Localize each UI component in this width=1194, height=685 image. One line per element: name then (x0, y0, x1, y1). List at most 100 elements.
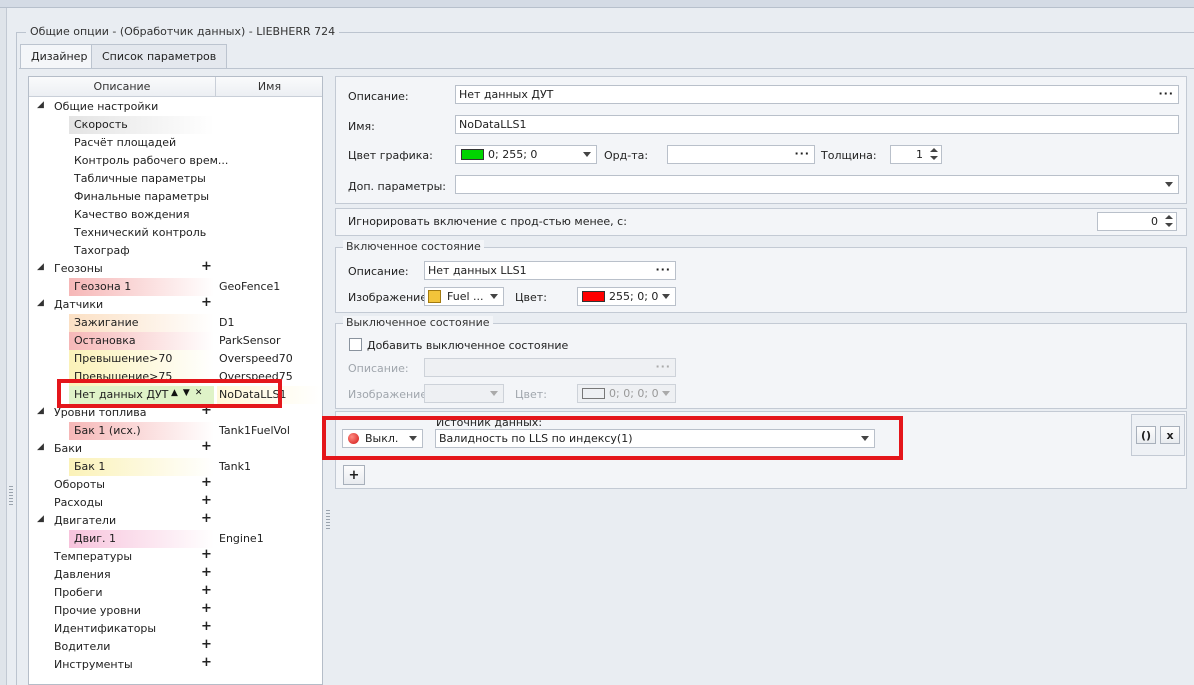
add-icon[interactable]: + (201, 439, 212, 454)
add-icon[interactable]: + (201, 601, 212, 616)
spin-up-icon[interactable] (1165, 215, 1173, 219)
chevron-down-icon[interactable] (490, 294, 498, 299)
tree-row-tank1-raw[interactable]: Бак 1 (исх.) Tank1FuelVol (29, 422, 322, 440)
tree-row-final-params[interactable]: Финальные параметры (29, 188, 322, 206)
collapse-icon[interactable]: ◢ (37, 298, 44, 308)
chevron-down-icon[interactable] (490, 391, 498, 396)
add-icon[interactable]: + (201, 511, 212, 526)
tree-row-tank1[interactable]: Бак 1 Tank1 (29, 458, 322, 476)
ellipsis-icon[interactable]: ··· (1158, 87, 1174, 100)
ord-input[interactable]: ··· (667, 145, 815, 164)
tree-row-label: Инструменты (54, 658, 133, 671)
description-label: Описание: (348, 90, 409, 103)
chevron-down-icon[interactable] (583, 152, 591, 157)
off-color-select[interactable]: 0; 0; 0; 0 (577, 384, 676, 403)
chevron-down-icon[interactable] (662, 294, 670, 299)
name-input[interactable]: NoDataLLS1 (455, 115, 1179, 134)
add-icon[interactable]: + (201, 655, 212, 670)
tree-row-speed[interactable]: Скорость (29, 116, 322, 134)
tree-row-geozones[interactable]: ◢ Геозоны + (29, 259, 322, 278)
tree-row-driving-quality[interactable]: Качество вождения (29, 206, 322, 224)
add-icon[interactable]: + (201, 259, 212, 274)
panel-splitter[interactable] (326, 510, 330, 530)
on-image-label: Изображение: (348, 291, 431, 304)
tree-row-label: Водители (54, 640, 111, 653)
tree-row-mileage[interactable]: Пробеги + (29, 583, 322, 602)
tree-row-ignition[interactable]: Зажигание D1 (29, 314, 322, 332)
tree-row-other-levels[interactable]: Прочие уровни + (29, 601, 322, 620)
rail-grip[interactable] (9, 486, 13, 506)
add-icon[interactable]: + (201, 475, 212, 490)
tree-row-table-params[interactable]: Табличные параметры (29, 170, 322, 188)
add-icon[interactable]: + (201, 583, 212, 598)
ignore-stepper[interactable]: 0 (1097, 212, 1177, 231)
ord-label: Орд-та: (604, 149, 649, 162)
column-header-name[interactable]: Имя (217, 77, 322, 97)
spin-up-icon[interactable] (930, 148, 938, 152)
tree-row-consumption[interactable]: Расходы + (29, 493, 322, 512)
collapse-icon[interactable]: ◢ (37, 514, 44, 524)
spin-down-icon[interactable] (930, 156, 938, 160)
collapse-icon[interactable]: ◢ (37, 262, 44, 272)
off-image-select[interactable] (424, 384, 504, 403)
chevron-down-icon[interactable] (662, 391, 670, 396)
on-image-value: Fuel ... (447, 290, 484, 303)
tree-row-rpm[interactable]: Обороты + (29, 475, 322, 494)
graph-color-value: 0; 255; 0 (488, 148, 538, 161)
add-icon[interactable]: + (201, 493, 212, 508)
add-icon[interactable]: + (201, 547, 212, 562)
ellipsis-icon[interactable]: ··· (655, 360, 671, 373)
tree-row-area[interactable]: Расчёт площадей (29, 134, 322, 152)
tree-row-temperatures[interactable]: Температуры + (29, 547, 322, 566)
add-icon[interactable]: + (201, 565, 212, 580)
collapse-icon[interactable]: ◢ (37, 406, 44, 416)
add-condition-button[interactable]: + (343, 465, 365, 485)
collapse-icon[interactable]: ◢ (37, 100, 44, 110)
spin-down-icon[interactable] (1165, 223, 1173, 227)
thickness-stepper[interactable]: 1 (890, 145, 942, 164)
left-rail (0, 8, 7, 685)
tree-row-sensors[interactable]: ◢ Датчики + (29, 295, 322, 314)
on-color-select[interactable]: 255; 0; 0 (577, 287, 676, 306)
tree-row-label: Финальные параметры (74, 190, 210, 203)
tree-row-pressures[interactable]: Давления + (29, 565, 322, 584)
remove-condition-button[interactable]: x (1160, 426, 1180, 444)
extra-params-select[interactable] (455, 175, 1179, 194)
tree-row-drivers[interactable]: Водители + (29, 637, 322, 656)
tree-row-engine1[interactable]: Двиг. 1 Engine1 (29, 530, 322, 548)
collapse-icon[interactable]: ◢ (37, 442, 44, 452)
tab-designer[interactable]: Дизайнер (20, 44, 99, 69)
ellipsis-icon[interactable]: ··· (655, 263, 671, 276)
tree-row-tools[interactable]: Инструменты + (29, 655, 322, 674)
chevron-down-icon[interactable] (1165, 182, 1173, 187)
graph-color-select[interactable]: 0; 255; 0 (455, 145, 597, 164)
on-description-value: Нет данных LLS1 (428, 264, 527, 277)
description-input[interactable]: Нет данных ДУТ ··· (455, 85, 1179, 104)
on-description-input[interactable]: Нет данных LLS1 ··· (424, 261, 676, 280)
tree-row-worktime[interactable]: Контроль рабочего врем... (29, 152, 322, 170)
tree-row-parking[interactable]: Остановка ParkSensor (29, 332, 322, 350)
off-description-input[interactable]: ··· (424, 358, 676, 377)
tree-row-tech-control[interactable]: Технический контроль (29, 224, 322, 242)
add-icon[interactable]: + (201, 619, 212, 634)
tree-row-label: Зажигание (74, 316, 139, 329)
tree-header: Описание Имя (29, 77, 322, 97)
description-value: Нет данных ДУТ (459, 88, 554, 101)
add-icon[interactable]: + (201, 637, 212, 652)
tree-row-tanks[interactable]: ◢ Баки + (29, 439, 322, 458)
tree-row-identifiers[interactable]: Идентификаторы + (29, 619, 322, 638)
tree-row-engines[interactable]: ◢ Двигатели + (29, 511, 322, 530)
tab-parameter-list[interactable]: Список параметров (91, 44, 228, 68)
add-off-state-checkbox[interactable] (349, 338, 362, 351)
tree-row-tachograph[interactable]: Тахограф (29, 242, 322, 260)
tree-row-label: Технический контроль (74, 226, 207, 239)
add-icon[interactable]: + (201, 295, 212, 310)
parentheses-button[interactable]: () (1136, 426, 1156, 444)
tree-row-label: Датчики (54, 298, 104, 311)
tree-row-general[interactable]: ◢ Общие настройки (29, 98, 322, 116)
column-header-description[interactable]: Описание (29, 77, 216, 97)
on-image-select[interactable]: Fuel ... (424, 287, 504, 306)
tree-row-geozone-1[interactable]: Геозона 1 GeoFence1 (29, 278, 322, 296)
ellipsis-icon[interactable]: ··· (794, 147, 810, 160)
tree-row-overspeed-70[interactable]: Превышение>70 Overspeed70 (29, 350, 322, 368)
